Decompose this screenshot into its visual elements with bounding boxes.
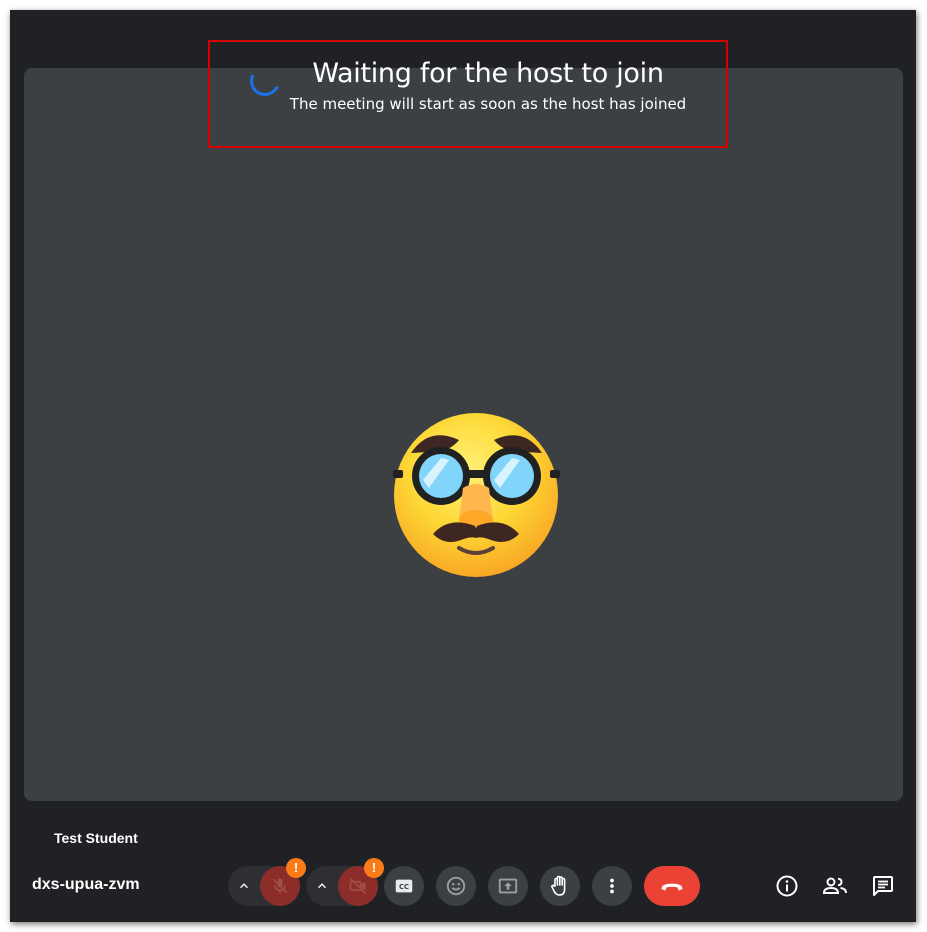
- present-screen-icon: [498, 878, 518, 894]
- audio-settings-chevron-up-icon[interactable]: [232, 874, 256, 898]
- mic-off-icon: [272, 878, 288, 894]
- waiting-status-banner: Waiting for the host to join The meeting…: [208, 40, 728, 148]
- waiting-title: Waiting for the host to join: [312, 58, 664, 89]
- chat-icon: [873, 876, 893, 896]
- participant-tile: Test Student: [24, 68, 903, 846]
- camera-toggle-button[interactable]: !: [338, 858, 384, 906]
- videocam-off-icon: [349, 877, 367, 895]
- video-settings-chevron-up-icon[interactable]: [310, 874, 334, 898]
- meeting-details-button[interactable]: [773, 872, 801, 900]
- closed-captions-icon: CC: [395, 879, 413, 893]
- mic-warning-badge: !: [286, 858, 306, 878]
- meet-window: Test Student Waiting for the host to joi…: [10, 10, 916, 922]
- raise-hand-button[interactable]: [540, 866, 580, 906]
- more-options-icon: [610, 878, 614, 894]
- end-call-button[interactable]: [644, 866, 700, 906]
- camera-control-group: !: [306, 858, 384, 906]
- svg-text:CC: CC: [399, 883, 409, 891]
- more-options-button[interactable]: [592, 866, 632, 906]
- meeting-info-icon: [776, 875, 798, 897]
- people-icon: [822, 877, 847, 894]
- disguised-face-emoji-avatar: [393, 413, 560, 577]
- waiting-subtitle: The meeting will start as soon as the ho…: [289, 95, 687, 113]
- bottom-control-bar: dxs-upua-zvm ! ! CC: [10, 850, 916, 922]
- meeting-code: dxs-upua-zvm: [32, 876, 140, 893]
- microphone-control-group: !: [228, 858, 306, 906]
- present-screen-button[interactable]: [488, 866, 528, 906]
- participant-name: Test Student: [54, 830, 138, 846]
- participants-button[interactable]: [821, 872, 849, 900]
- chat-button[interactable]: [869, 872, 897, 900]
- captions-button[interactable]: CC: [384, 866, 424, 906]
- emoji-reaction-icon: [446, 876, 466, 896]
- call-end-icon: [661, 883, 683, 891]
- mic-toggle-button[interactable]: !: [260, 858, 306, 906]
- raise-hand-icon: [551, 875, 566, 896]
- reactions-button[interactable]: [436, 866, 476, 906]
- camera-warning-badge: !: [364, 858, 384, 878]
